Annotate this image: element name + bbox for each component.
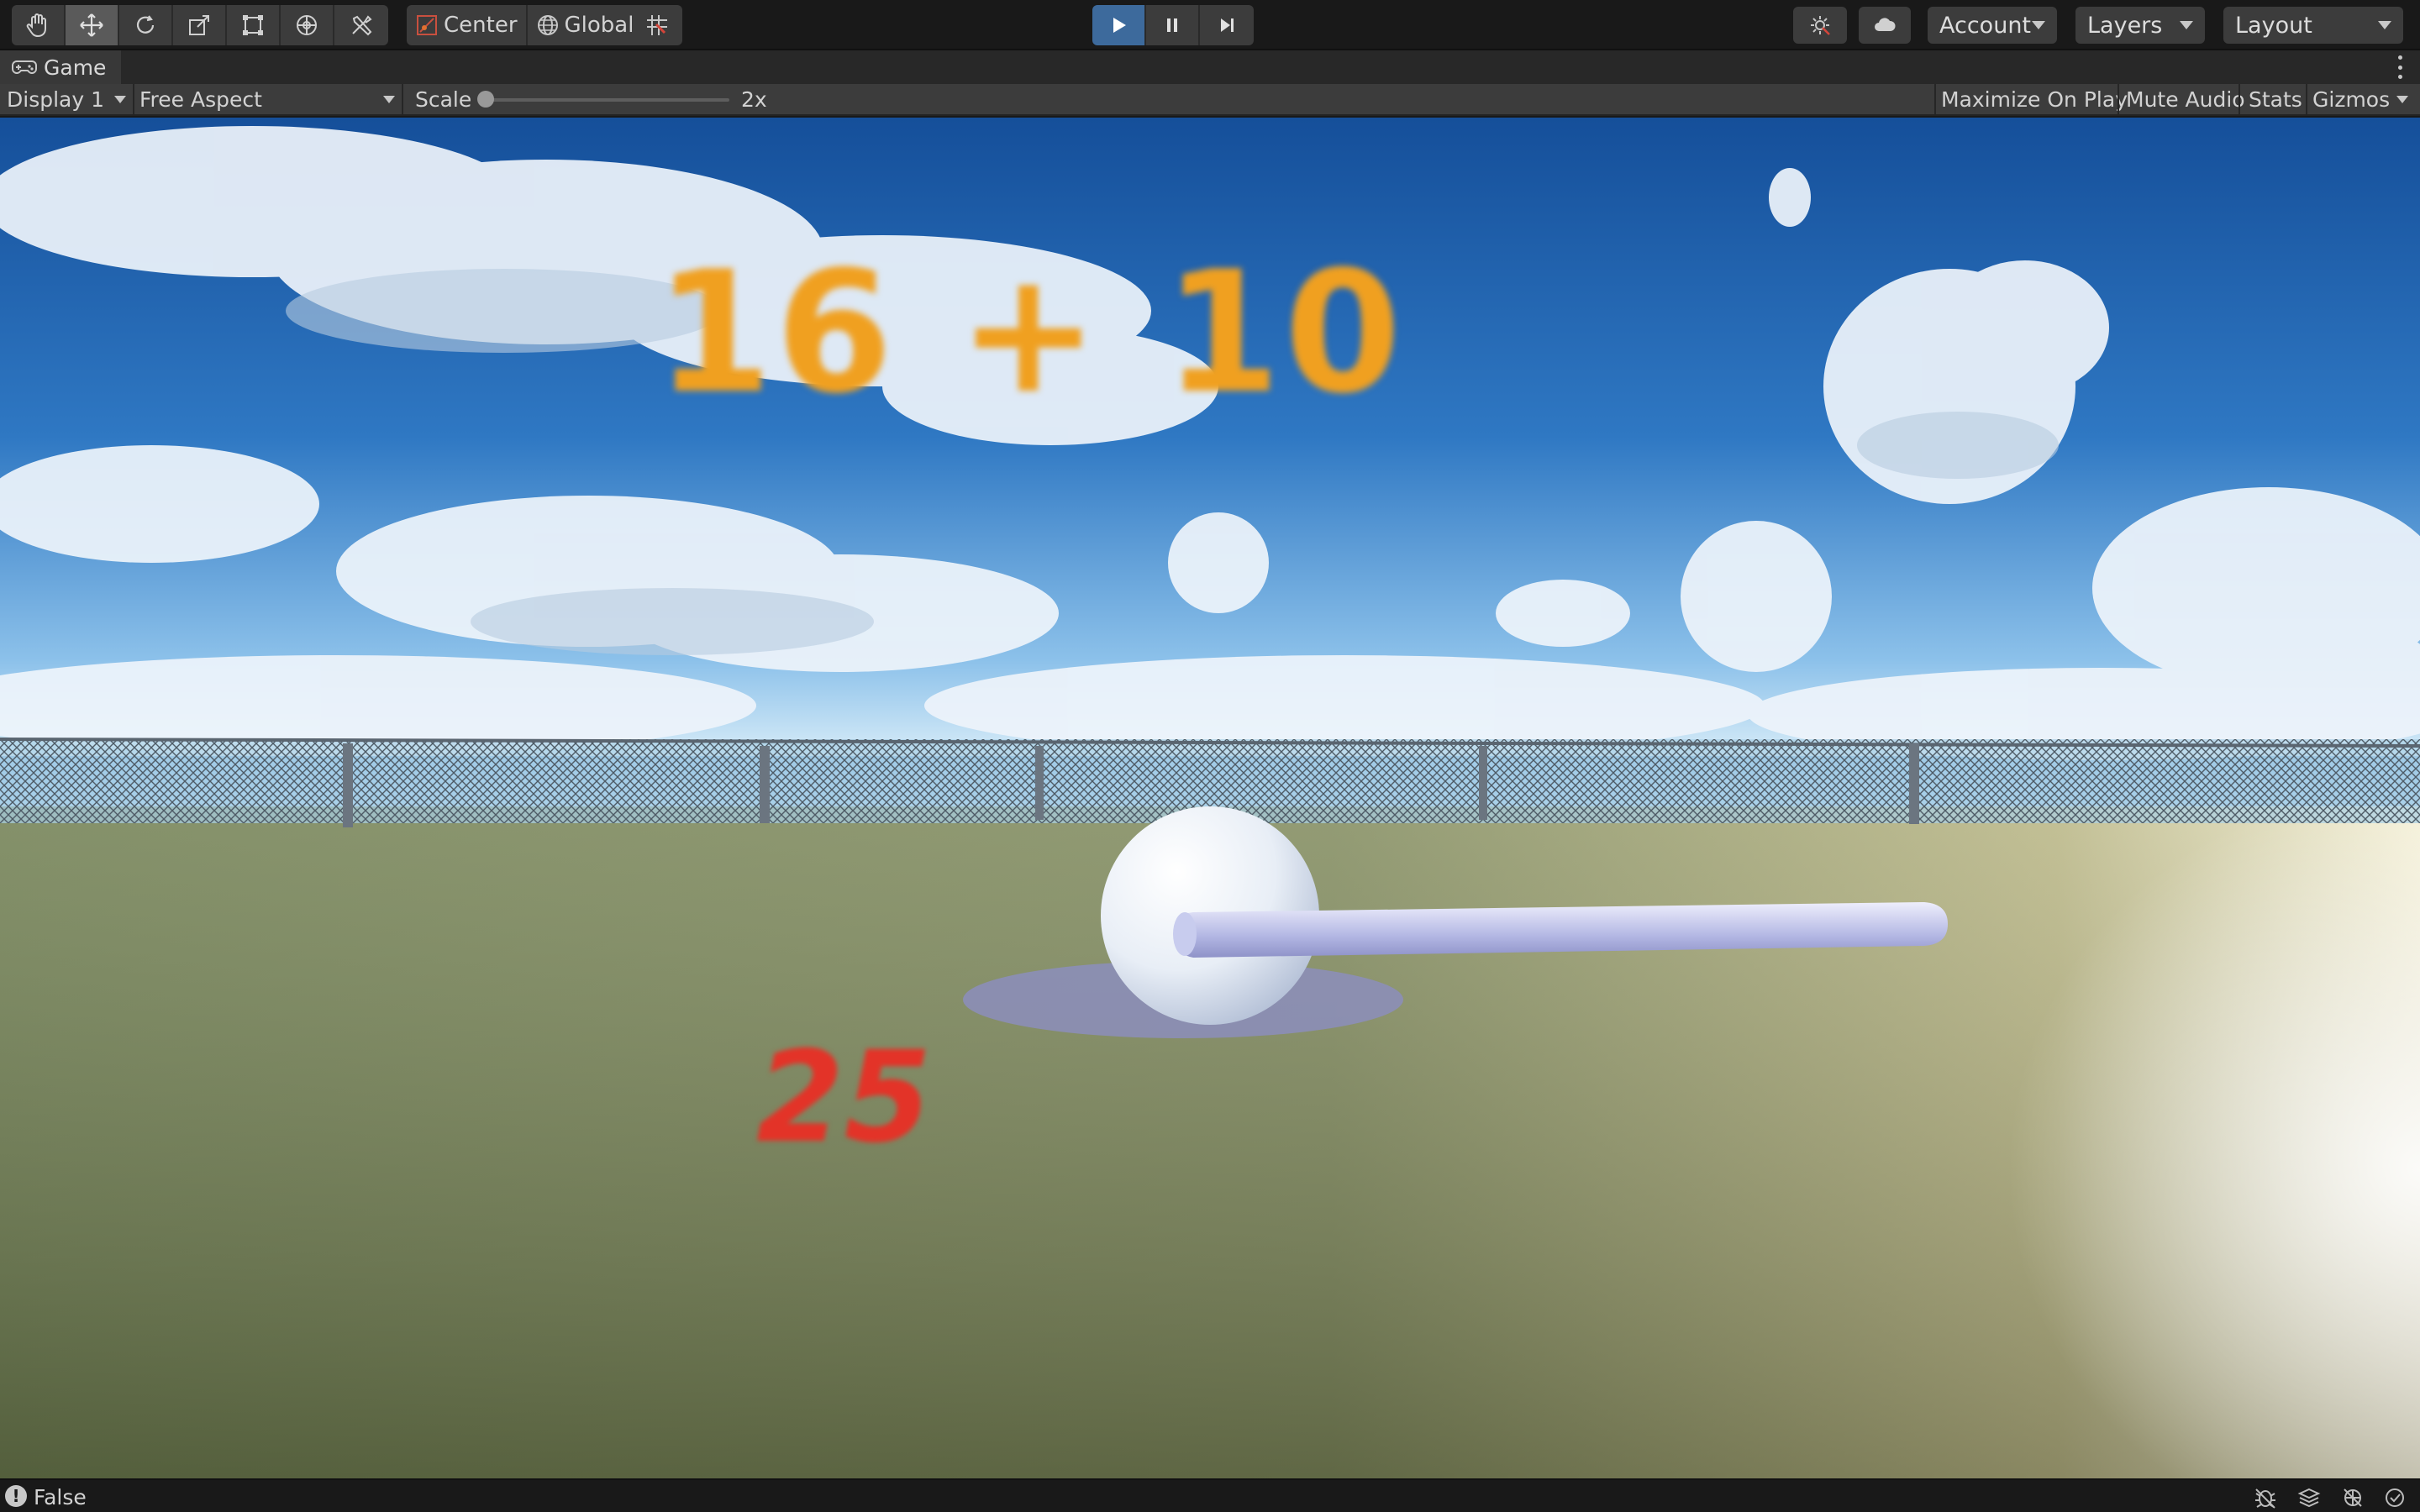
display-dropdown[interactable]: Display 1 bbox=[7, 84, 128, 114]
info-icon: ! bbox=[5, 1485, 27, 1507]
transform-tool-button[interactable] bbox=[281, 5, 334, 45]
hand-tool-button[interactable] bbox=[12, 5, 66, 45]
scale-slider-handle[interactable] bbox=[477, 91, 494, 108]
separator bbox=[2238, 84, 2240, 114]
hand-icon bbox=[26, 13, 46, 38]
pause-button[interactable] bbox=[1146, 5, 1200, 45]
move-tool-button[interactable] bbox=[66, 5, 119, 45]
aspect-label: Free Aspect bbox=[139, 87, 262, 112]
custom-tools-icon bbox=[352, 15, 372, 36]
scale-tool-button[interactable] bbox=[173, 5, 227, 45]
chevron-down-icon bbox=[2180, 21, 2193, 29]
aspect-dropdown[interactable]: Free Aspect bbox=[139, 84, 400, 114]
status-bar: ! False bbox=[0, 1478, 2420, 1512]
more-options-icon[interactable] bbox=[2396, 55, 2403, 79]
rotate-icon bbox=[136, 15, 155, 34]
game-viewport[interactable]: 16 + 10 25 bbox=[0, 118, 2420, 1478]
debug-icon[interactable] bbox=[2254, 1487, 2277, 1509]
gizmos-toggle[interactable]: Gizmos bbox=[2312, 84, 2390, 114]
pivot-rotation-button[interactable]: Global bbox=[527, 5, 643, 45]
gizmos-chevron-down-icon[interactable] bbox=[2396, 96, 2408, 103]
pivot-group: Center Global bbox=[407, 5, 643, 45]
answer-text: 25 bbox=[756, 1025, 932, 1171]
transform-icon bbox=[297, 15, 317, 35]
separator bbox=[133, 84, 134, 114]
account-label: Account bbox=[1939, 12, 2032, 39]
chevron-down-icon bbox=[114, 96, 126, 103]
cloud-button[interactable] bbox=[1859, 7, 1911, 44]
check-circle-icon[interactable] bbox=[2383, 1487, 2407, 1509]
layers-stack-icon[interactable] bbox=[2297, 1487, 2321, 1509]
play-icon bbox=[1113, 18, 1126, 33]
equation-text: 16 + 10 bbox=[655, 235, 1405, 431]
transform-tools bbox=[12, 5, 388, 45]
separator bbox=[402, 84, 403, 114]
maximize-on-play-toggle[interactable]: Maximize On Play bbox=[1941, 84, 2128, 114]
layers-label: Layers bbox=[2087, 12, 2163, 39]
scale-value: 2x bbox=[741, 87, 767, 112]
separator bbox=[1934, 84, 1936, 114]
chevron-down-icon bbox=[2378, 21, 2391, 29]
pivot-center-icon bbox=[417, 15, 437, 35]
rect-icon bbox=[243, 15, 263, 35]
pause-icon bbox=[1167, 18, 1177, 32]
scale-slider-track[interactable] bbox=[486, 98, 729, 102]
pivot-mode-button[interactable]: Center bbox=[407, 5, 528, 45]
move-icon bbox=[80, 13, 103, 37]
network-icon[interactable] bbox=[2341, 1487, 2365, 1509]
chevron-down-icon bbox=[383, 96, 395, 103]
console-last-message[interactable]: False bbox=[34, 1485, 87, 1509]
layout-label: Layout bbox=[2235, 12, 2312, 39]
game-tab-bar: Game bbox=[0, 50, 2420, 84]
layout-dropdown[interactable]: Layout bbox=[2223, 7, 2403, 44]
display-label: Display 1 bbox=[7, 87, 105, 112]
collab-icon bbox=[1811, 16, 1830, 35]
main-toolbar: Center Global Account Layers Layout bbox=[0, 0, 2420, 50]
rect-tool-button[interactable] bbox=[227, 5, 281, 45]
scale-icon bbox=[189, 15, 209, 35]
scale-label: Scale bbox=[415, 87, 472, 112]
gamepad-icon bbox=[12, 60, 37, 74]
grid-snapping-button[interactable] bbox=[632, 5, 682, 45]
separator bbox=[2306, 84, 2307, 114]
pivot-mode-label: Center bbox=[444, 13, 518, 38]
globe-icon bbox=[537, 15, 558, 35]
bat-knob bbox=[1173, 912, 1197, 956]
cloud-icon bbox=[1875, 18, 1896, 31]
tab-game[interactable]: Game bbox=[0, 50, 122, 84]
custom-tools-button[interactable] bbox=[334, 5, 388, 45]
rotate-tool-button[interactable] bbox=[119, 5, 173, 45]
step-icon bbox=[1221, 18, 1234, 32]
separator bbox=[2118, 84, 2119, 114]
grid-snap-icon bbox=[647, 15, 667, 35]
playmode-controls bbox=[1092, 5, 1254, 45]
pivot-rotation-label: Global bbox=[564, 13, 634, 38]
layers-dropdown[interactable]: Layers bbox=[2075, 7, 2205, 44]
chevron-down-icon bbox=[2032, 21, 2045, 29]
collab-button[interactable] bbox=[1793, 7, 1847, 44]
game-view-controls: Display 1 Free Aspect Scale 2x Maximize … bbox=[0, 84, 2420, 116]
mute-audio-toggle[interactable]: Mute Audio bbox=[2126, 84, 2245, 114]
stats-toggle[interactable]: Stats bbox=[2249, 84, 2302, 114]
step-button[interactable] bbox=[1200, 5, 1254, 45]
play-button[interactable] bbox=[1092, 5, 1146, 45]
account-dropdown[interactable]: Account bbox=[1928, 7, 2057, 44]
tab-game-label: Game bbox=[44, 55, 107, 80]
